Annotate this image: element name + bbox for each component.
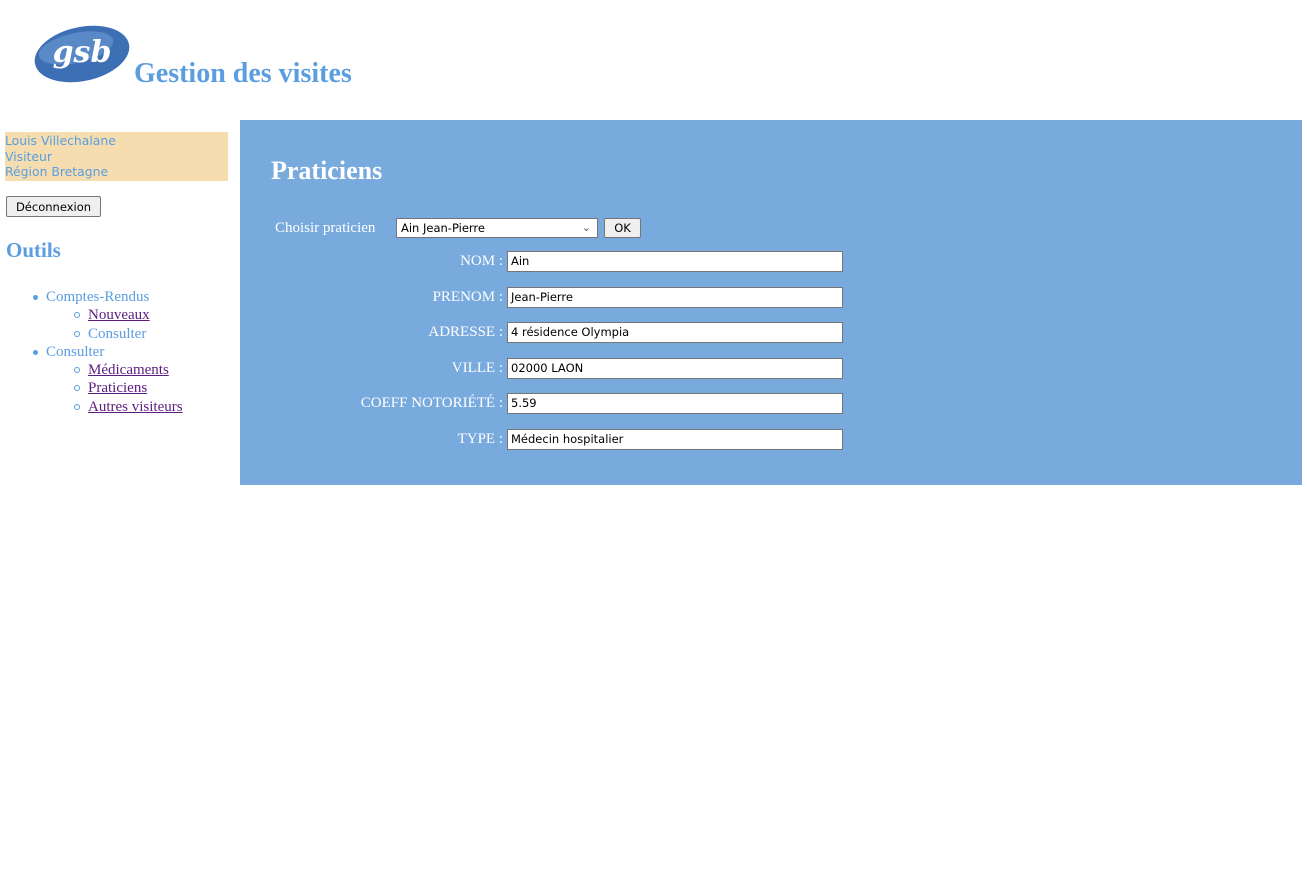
field-row-coeff-notoriete: COEFF NOTORIÉTÉ : 5.59 — [240, 393, 940, 415]
field-row-ville: VILLE : 02000 LAON — [240, 358, 940, 380]
type-label: TYPE : — [457, 431, 503, 447]
menu-item-medicaments[interactable]: Médicaments — [0, 361, 235, 379]
logout-button[interactable]: Déconnexion — [6, 196, 101, 217]
user-info: Louis Villechalane Visiteur Région Breta… — [5, 132, 228, 181]
menu-item-nouveaux[interactable]: Nouveaux — [0, 306, 235, 324]
circle-bullet-icon — [74, 403, 80, 410]
ville-field[interactable]: 02000 LAON — [507, 358, 843, 379]
circle-bullet-icon — [74, 330, 80, 337]
menu-item-praticiens[interactable]: Praticiens — [0, 379, 235, 397]
coeff-notoriete-field[interactable]: 5.59 — [507, 393, 843, 414]
circle-bullet-icon — [74, 312, 80, 319]
coeff-notoriete-label: COEFF NOTORIÉTÉ : — [360, 395, 503, 411]
bullet-icon — [33, 295, 38, 300]
circle-bullet-icon — [74, 367, 80, 374]
link-praticiens[interactable]: Praticiens — [88, 380, 147, 396]
praticien-select-value: Ain Jean-Pierre — [401, 221, 485, 235]
nom-label: NOM : — [460, 253, 503, 269]
ville-label: VILLE : — [451, 360, 503, 376]
type-field[interactable]: Médecin hospitalier — [507, 429, 843, 450]
user-region: Région Bretagne — [5, 164, 109, 179]
link-autres-visiteurs[interactable]: Autres visiteurs — [88, 399, 183, 415]
choose-praticien-label: Choisir praticien — [275, 220, 376, 236]
app-title: Gestion des visites — [134, 58, 352, 89]
menu-group-consulter: Consulter — [0, 343, 235, 361]
prenom-field[interactable]: Jean-Pierre — [507, 287, 843, 308]
adresse-field[interactable]: 4 résidence Olympia — [507, 322, 843, 343]
prenom-label: PRENOM : — [432, 289, 503, 305]
ok-button[interactable]: OK — [604, 218, 641, 238]
content-panel: Praticiens Choisir praticien Ain Jean-Pi… — [240, 120, 1302, 485]
circle-bullet-icon — [74, 385, 80, 392]
field-row-type: TYPE : Médecin hospitalier — [240, 429, 940, 451]
menu-item-consulter-cr: Consulter — [0, 325, 235, 343]
chevron-down-icon: ⌄ — [581, 221, 591, 234]
gsb-logo: gsb — [34, 25, 130, 83]
user-name: Louis Villechalane — [5, 133, 116, 148]
page-title: Praticiens — [271, 156, 383, 185]
field-row-adresse: ADRESSE : 4 résidence Olympia — [240, 322, 940, 344]
praticien-select[interactable]: Ain Jean-Pierre ⌄ — [396, 218, 598, 238]
field-row-nom: NOM : Ain — [240, 251, 940, 273]
menu-group-comptes-rendus: Comptes-Rendus — [0, 288, 235, 306]
tools-title: Outils — [6, 238, 61, 262]
user-role: Visiteur — [5, 148, 52, 164]
menu-item-autres-visiteurs[interactable]: Autres visiteurs — [0, 398, 235, 416]
link-medicaments[interactable]: Médicaments — [88, 362, 169, 378]
field-row-prenom: PRENOM : Jean-Pierre — [240, 287, 940, 309]
adresse-label: ADRESSE : — [428, 324, 503, 340]
link-nouveaux[interactable]: Nouveaux — [88, 307, 150, 323]
nom-field[interactable]: Ain — [507, 251, 843, 272]
tools-menu: Comptes-Rendus Nouveaux Consulter Consul… — [0, 288, 235, 416]
bullet-icon — [33, 349, 38, 355]
logo-text: gsb — [53, 35, 112, 70]
